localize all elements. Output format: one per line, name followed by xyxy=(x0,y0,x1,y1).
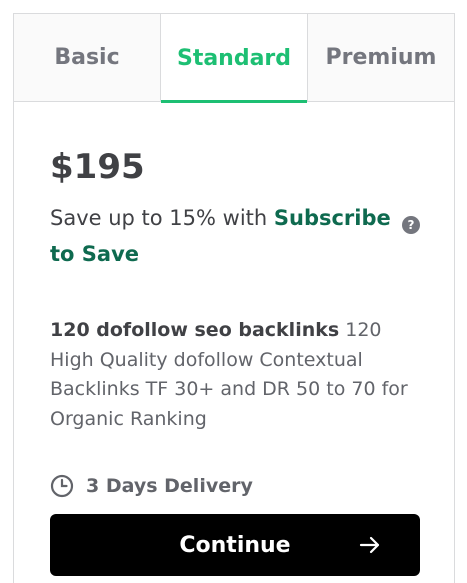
delivery-info: 3 Days Delivery xyxy=(50,474,418,498)
package-content: $195 Save up to 15% with Subscribe to Sa… xyxy=(14,148,454,576)
delivery-label: 3 Days Delivery xyxy=(86,475,253,497)
save-text: Save up to 15% with xyxy=(50,206,274,230)
continue-button[interactable]: Continue xyxy=(50,514,420,576)
package-description: 120 dofollow seo backlinks 120 High Qual… xyxy=(50,316,425,434)
clock-icon xyxy=(50,474,74,498)
package-title: 120 dofollow seo backlinks xyxy=(50,319,340,341)
package-price: $195 xyxy=(50,147,145,187)
tab-premium[interactable]: Premium xyxy=(308,14,454,101)
save-message: Save up to 15% with Subscribe to Save xyxy=(50,200,410,272)
arrow-right-icon xyxy=(359,536,380,554)
tab-basic[interactable]: Basic xyxy=(14,14,160,101)
continue-label: Continue xyxy=(179,532,291,558)
pricing-card: Basic Standard Premium $195 Save up to 1… xyxy=(13,13,455,583)
package-tabs: Basic Standard Premium xyxy=(14,14,454,103)
tab-standard[interactable]: Standard xyxy=(160,14,308,103)
help-icon[interactable]: ? xyxy=(402,216,420,234)
